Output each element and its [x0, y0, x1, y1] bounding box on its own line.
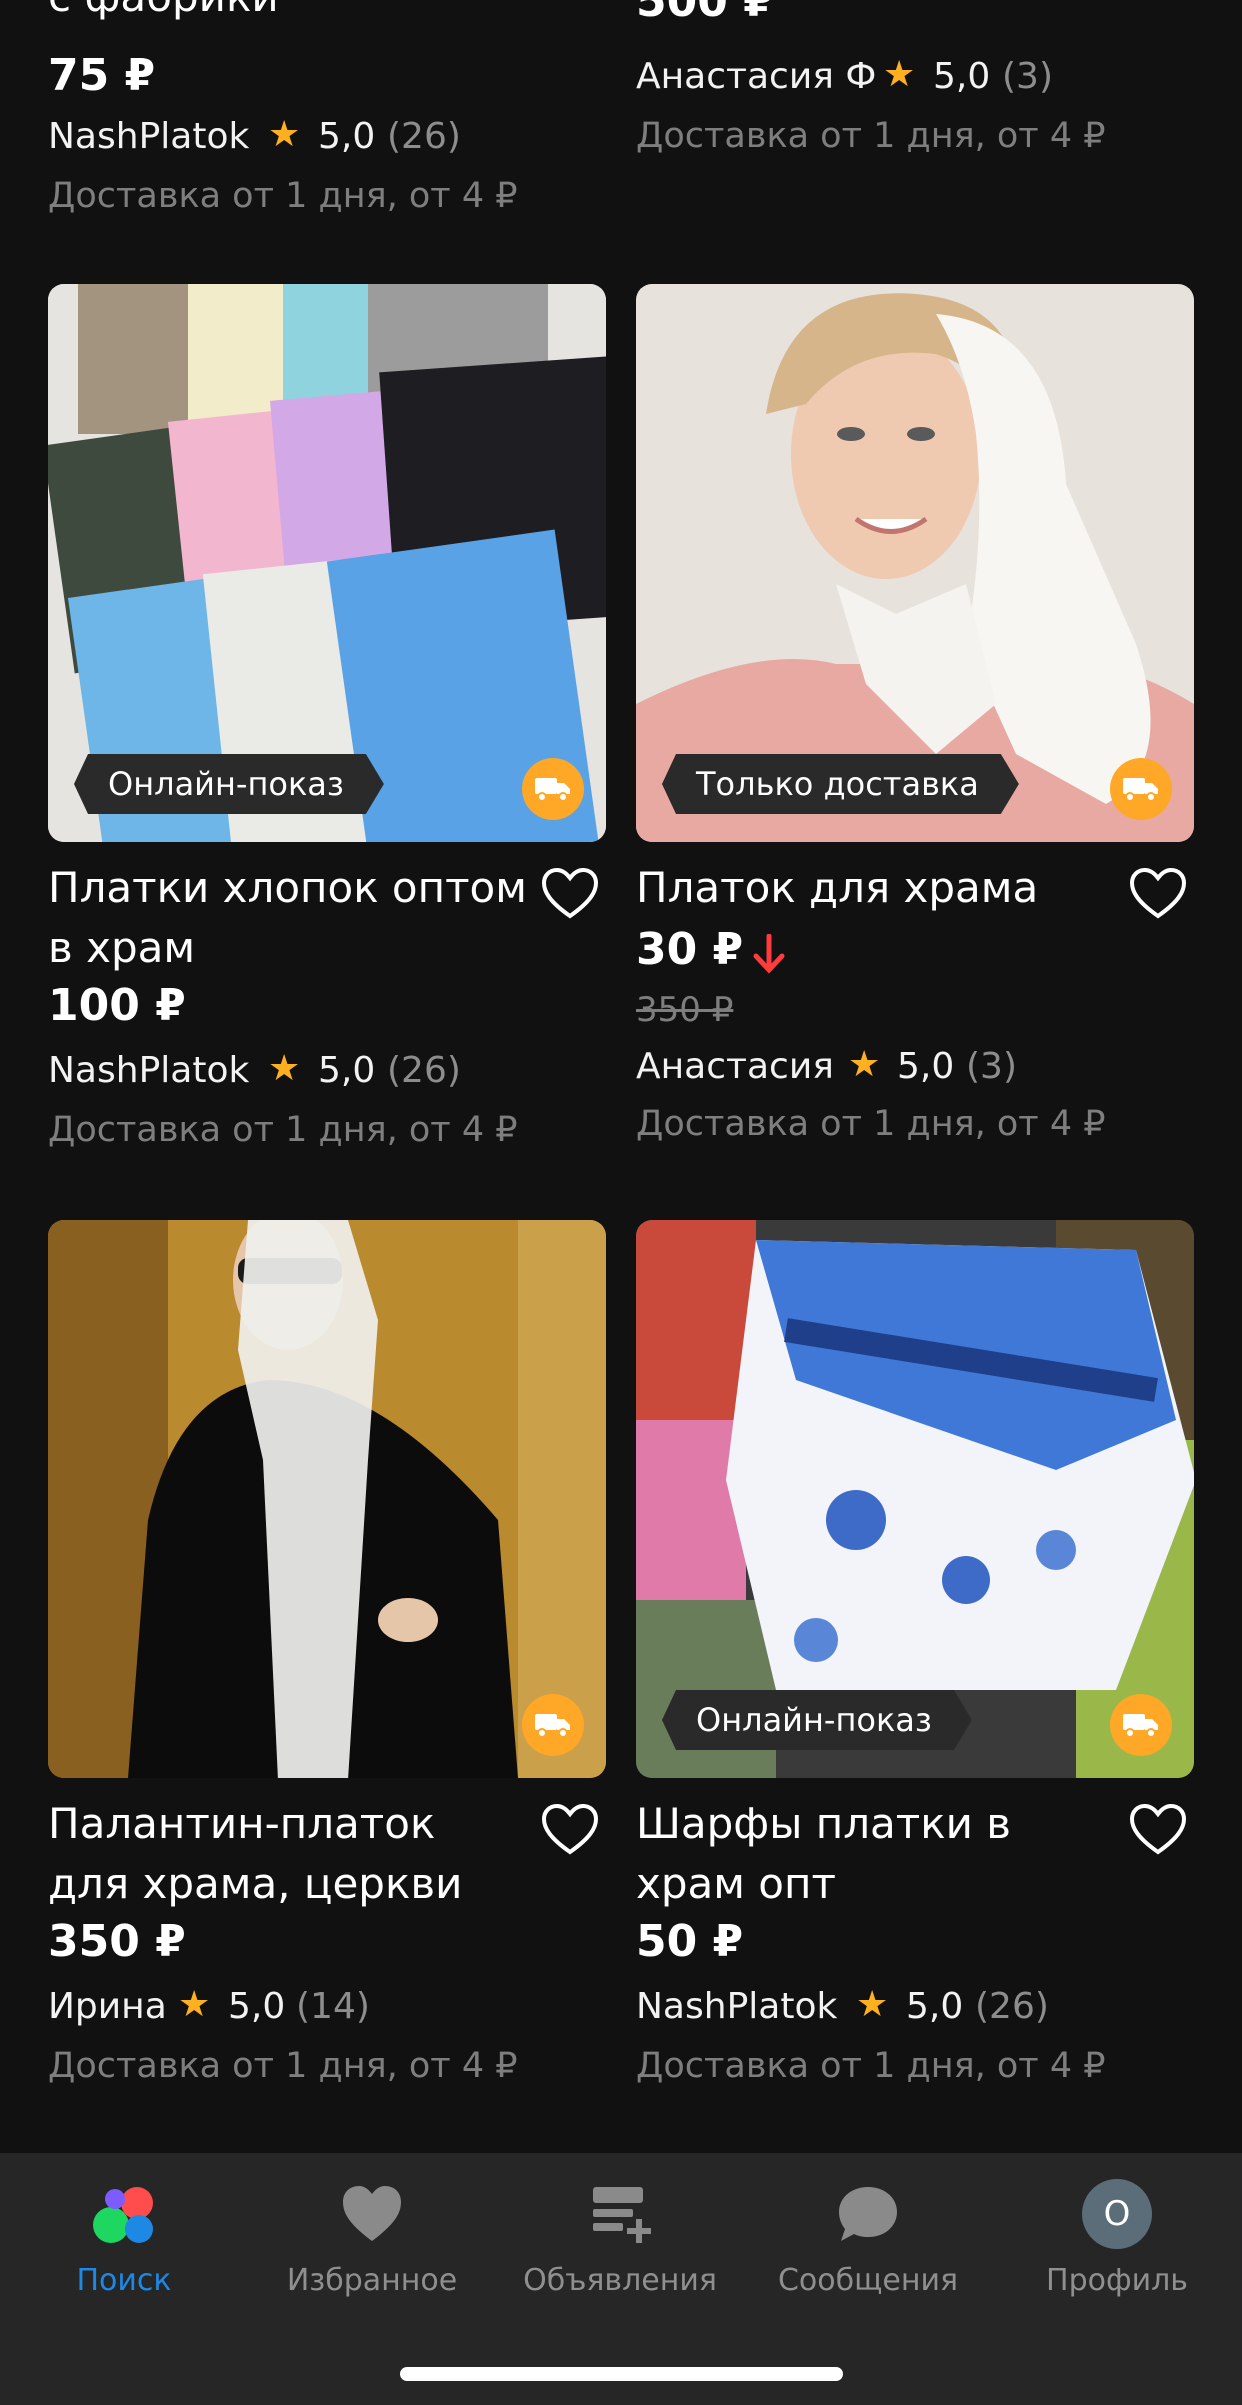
star-icon: ★: [883, 54, 916, 95]
old-price: 350 ₽: [636, 990, 734, 1030]
tab-label: Сообщения: [777, 2263, 959, 2298]
rating-value: 5,0: [933, 56, 991, 97]
star-icon: ★: [856, 1984, 889, 2025]
review-count: (14): [296, 1986, 370, 2027]
product-photo[interactable]: [48, 1220, 606, 1778]
delivery-info: Доставка от 1 дня, от 4 ₽: [636, 1104, 1106, 1144]
delivery-info: Доставка от 1 дня, от 4 ₽: [48, 2046, 518, 2086]
delivery-info: Доставка от 1 дня, от 4 ₽: [636, 2046, 1106, 2086]
tab-listings[interactable]: Объявления: [496, 2153, 744, 2353]
seller-name[interactable]: NashPlatok: [48, 1050, 249, 1091]
product-price: 350 ₽: [48, 1916, 186, 1967]
arrow-down-icon: [753, 934, 785, 974]
rating-value: 5,0: [318, 116, 376, 157]
tab-label: Объявления: [523, 2263, 717, 2298]
heart-icon[interactable]: [540, 866, 600, 922]
delivery-only-badge: Только доставка: [662, 754, 1019, 814]
product-photo[interactable]: Онлайн-показ: [636, 1220, 1194, 1778]
review-count: (3): [1002, 56, 1053, 97]
heart-icon[interactable]: [1128, 1802, 1188, 1858]
product-price: 75 ₽: [48, 50, 156, 101]
heart-icon[interactable]: [540, 1802, 600, 1858]
online-showing-badge: Онлайн-показ: [74, 754, 384, 814]
star-icon: ★: [848, 1044, 881, 1085]
product-title: с фабрики: [48, 0, 279, 21]
product-title[interactable]: Шарфы платки в храм опт: [636, 1794, 1116, 1914]
rating-value: 5,0: [906, 1986, 964, 2027]
delivery-info: Доставка от 1 дня, от 4 ₽: [636, 116, 1106, 156]
product-photo[interactable]: Онлайн-показ: [48, 284, 606, 842]
rating-value: 5,0: [318, 1050, 376, 1091]
messages-icon: [839, 2187, 897, 2241]
product-price: 100 ₽: [48, 980, 186, 1031]
product-price: 30 ₽: [636, 924, 744, 975]
star-icon: ★: [268, 114, 301, 155]
star-icon: ★: [178, 1984, 211, 2025]
woman-lace-scarf-image: [48, 1220, 606, 1778]
favorites-icon: [343, 2186, 401, 2241]
tab-favorites[interactable]: Избранное: [248, 2153, 496, 2353]
tab-label: Избранное: [286, 2263, 458, 2298]
star-icon: ★: [268, 1048, 301, 1089]
rating-value: 5,0: [897, 1046, 955, 1087]
tab-profile[interactable]: O Профиль: [992, 2153, 1242, 2353]
truck-icon: [1110, 1694, 1172, 1756]
listings-icon: [593, 2187, 651, 2243]
delivery-info: Доставка от 1 дня, от 4 ₽: [48, 176, 518, 216]
tab-label: Поиск: [76, 2263, 172, 2298]
truck-icon: [522, 1694, 584, 1756]
seller-name: NashPlatok: [48, 116, 250, 157]
avatar: O: [1082, 2179, 1152, 2249]
product-title[interactable]: Платок для храма: [636, 858, 1116, 918]
search-app-icon: [93, 2187, 153, 2243]
product-photo[interactable]: Только доставка: [636, 284, 1194, 842]
home-indicator[interactable]: [400, 2367, 843, 2381]
delivery-info: Доставка от 1 дня, от 4 ₽: [48, 1110, 518, 1150]
truck-icon: [522, 758, 584, 820]
seller-name[interactable]: Анастасия: [636, 1046, 834, 1087]
online-showing-badge: Онлайн-показ: [662, 1690, 972, 1750]
tab-label: Профиль: [1046, 2263, 1188, 2298]
tab-search[interactable]: Поиск: [0, 2153, 248, 2353]
tab-messages[interactable]: Сообщения: [744, 2153, 992, 2353]
review-count: (3): [966, 1046, 1017, 1087]
seller-name[interactable]: Ирина: [48, 1986, 167, 2027]
product-price: 50 ₽: [636, 1916, 744, 1967]
heart-icon[interactable]: [1128, 866, 1188, 922]
product-title[interactable]: Палантин-платок для храма, церкви: [48, 1794, 528, 1914]
seller-name: Анастасия Ф: [636, 56, 877, 97]
seller-name[interactable]: NashPlatok: [636, 1986, 837, 2027]
product-price: 500 ₽: [636, 0, 774, 27]
review-count: (26): [387, 1050, 461, 1091]
review-count: (26): [975, 1986, 1049, 2027]
rating-value: 5,0: [228, 1986, 286, 2027]
product-title[interactable]: Платки хлопок оптом в храм: [48, 858, 528, 978]
review-count: (26): [387, 116, 461, 157]
truck-icon: [1110, 758, 1172, 820]
